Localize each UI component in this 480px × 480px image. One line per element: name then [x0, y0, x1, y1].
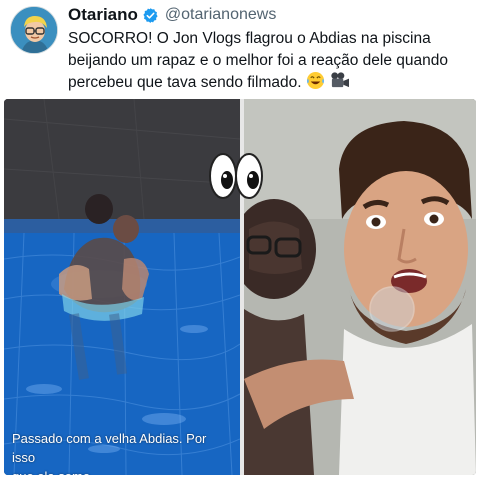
avatar-cartoon-icon [11, 7, 57, 53]
laughing-crying-emoji-icon [306, 71, 324, 90]
video-caption: Passado com a velha Abdias. Por isso que… [12, 429, 232, 475]
pool-video-frame [4, 99, 240, 475]
tweet-body: SOCORRO! O Jon Vlogs flagrou o Abdias na… [68, 30, 449, 91]
verified-badge-icon [143, 7, 158, 23]
caption-line-1: Passado com a velha Abdias. Por isso [12, 431, 207, 465]
movie-camera-emoji-icon [331, 72, 350, 88]
avatar[interactable] [10, 6, 58, 54]
tweet-text: SOCORRO! O Jon Vlogs flagrou o Abdias na… [68, 28, 473, 94]
tweet-post: Otariano @otarianonews SOCORRO! O Jon Vl… [0, 0, 480, 480]
handle[interactable]: @otarianonews [165, 6, 276, 24]
caption-line-2: que ela some [12, 467, 232, 475]
post-header: Otariano @otarianonews [68, 5, 276, 25]
eyes-emoji-icon [209, 153, 263, 199]
display-name[interactable]: Otariano [68, 5, 138, 25]
selfie-video-frame [244, 99, 476, 475]
